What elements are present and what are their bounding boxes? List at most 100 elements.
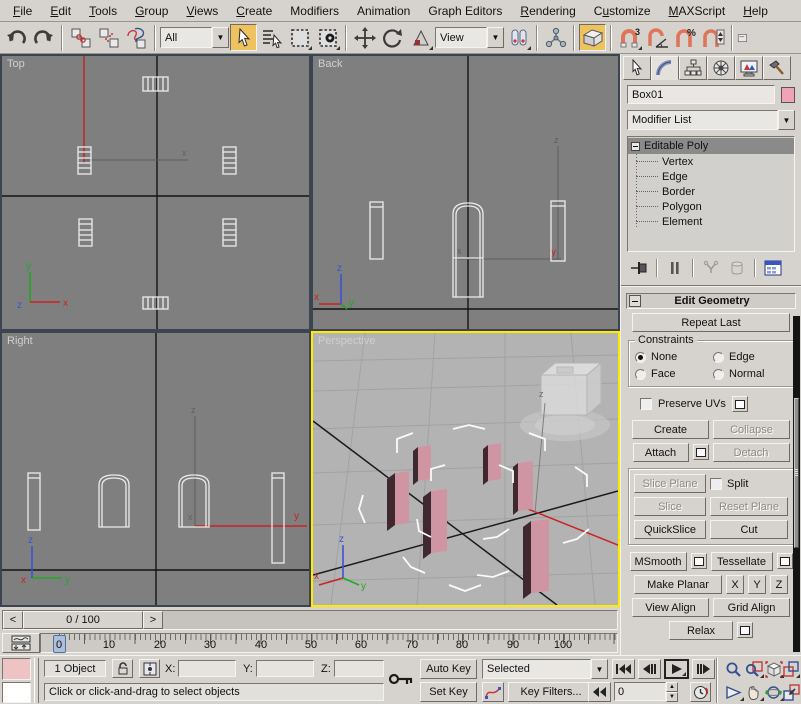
x-coordinate-field[interactable] <box>178 660 236 677</box>
stack-item-vertex[interactable]: Vertex <box>628 154 794 169</box>
menu-maxscript[interactable]: MAXScript <box>660 1 735 21</box>
viewport-perspective[interactable]: Perspective <box>311 331 620 607</box>
msmooth-button[interactable]: MSmooth <box>630 552 687 571</box>
go-to-start-button[interactable] <box>612 659 635 679</box>
tab-display[interactable] <box>735 56 763 80</box>
time-configuration-button[interactable] <box>690 682 711 702</box>
keyboard-shortcut-override-toggle[interactable] <box>579 24 606 51</box>
view-align-button[interactable]: View Align <box>632 598 709 617</box>
rectangular-selection-region-button[interactable] <box>286 24 313 51</box>
select-object-button[interactable] <box>230 24 257 51</box>
menu-file[interactable]: File <box>4 1 41 21</box>
window-crossing-toggle-button[interactable] <box>314 24 341 51</box>
select-and-move-button[interactable] <box>351 24 378 51</box>
key-mode-toggle-button[interactable] <box>588 682 611 702</box>
selection-filter-dropdown[interactable]: All ▼ <box>160 27 229 48</box>
slice-button[interactable]: Slice <box>634 497 706 516</box>
key-mode-dropdown[interactable]: Selected ▼ <box>482 659 608 679</box>
bind-to-space-warp-button[interactable] <box>123 24 150 51</box>
object-color-swatch[interactable] <box>781 87 795 103</box>
chevron-down-icon[interactable]: ▼ <box>487 27 504 48</box>
tab-hierarchy[interactable] <box>679 56 707 80</box>
unlink-selection-button[interactable] <box>95 24 122 51</box>
absolute-offset-mode-toggle[interactable] <box>139 659 160 678</box>
tab-utilities[interactable] <box>763 56 791 80</box>
key-filters-button[interactable]: Key Filters... <box>508 682 594 702</box>
y-coordinate-field[interactable] <box>256 660 314 677</box>
planar-z-button[interactable]: Z <box>770 575 788 594</box>
select-and-link-button[interactable] <box>67 24 94 51</box>
track-bar-ruler[interactable]: 0 10 20 30 40 50 60 70 80 90 100 <box>40 633 618 653</box>
preserve-uvs-settings-button[interactable] <box>732 396 748 412</box>
quickslice-button[interactable]: QuickSlice <box>634 520 706 539</box>
edit-named-selection-sets-button[interactable] <box>737 24 749 51</box>
zoom-extents-all-button[interactable] <box>782 659 801 679</box>
split-checkbox[interactable] <box>710 478 722 490</box>
menu-tools[interactable]: Tools <box>80 1 126 21</box>
scrollbar-thumb[interactable] <box>794 398 799 548</box>
frame-number-control[interactable]: ▲ ▼ <box>614 682 678 701</box>
menu-help[interactable]: Help <box>734 1 777 21</box>
make-unique-button[interactable] <box>699 257 723 279</box>
constraint-face-radio[interactable]: Face <box>635 368 713 380</box>
cut-button[interactable]: Cut <box>710 520 788 539</box>
tessellate-button[interactable]: Tessellate <box>711 552 773 571</box>
select-and-scale-button[interactable] <box>407 24 434 51</box>
snaps-toggle-3d[interactable]: 3 <box>616 24 643 51</box>
select-and-manipulate-button[interactable] <box>542 24 569 51</box>
remove-modifier-button[interactable] <box>725 257 749 279</box>
selection-lock-toggle[interactable] <box>112 659 133 678</box>
rollout-collapse-icon[interactable] <box>629 295 641 307</box>
attach-settings-button[interactable] <box>693 444 709 460</box>
set-keys-key-icon[interactable] <box>388 668 414 690</box>
planar-y-button[interactable]: Y <box>748 575 766 594</box>
select-by-name-button[interactable] <box>258 24 285 51</box>
spinner-up-icon[interactable]: ▲ <box>666 682 678 692</box>
z-coordinate-field[interactable] <box>334 660 384 677</box>
previous-frame-arrow[interactable]: < <box>3 611 23 629</box>
attach-button[interactable]: Attach <box>633 443 689 462</box>
modifier-list-dropdown[interactable]: Modifier List ▼ <box>627 110 795 130</box>
select-and-rotate-button[interactable] <box>379 24 406 51</box>
collapse-button[interactable]: Collapse <box>713 420 790 439</box>
constraint-normal-radio[interactable]: Normal <box>713 368 764 380</box>
configure-modifier-sets-button[interactable] <box>761 257 785 279</box>
viewport-right[interactable]: Right z x y <box>0 331 311 607</box>
menu-edit[interactable]: Edit <box>41 1 80 21</box>
command-panel-scrollbar[interactable] <box>793 316 800 652</box>
stack-item-editable-poly[interactable]: Editable Poly <box>628 138 794 154</box>
menu-animation[interactable]: Animation <box>348 1 419 21</box>
previous-frame-button[interactable] <box>638 659 661 679</box>
viewport-perspective-label[interactable]: Perspective <box>318 335 375 347</box>
viewport-top-label[interactable]: Top <box>7 58 25 70</box>
time-slider[interactable]: 0 / 100 <box>23 611 143 629</box>
use-pivot-point-center-button[interactable] <box>505 24 532 51</box>
set-key-button[interactable]: Set Key <box>420 682 477 702</box>
menu-graph-editors[interactable]: Graph Editors <box>419 1 511 21</box>
next-frame-arrow[interactable]: > <box>143 611 163 629</box>
menu-group[interactable]: Group <box>126 1 177 21</box>
angle-snap-toggle[interactable] <box>644 24 671 51</box>
constraint-none-radio[interactable]: None <box>635 351 713 363</box>
reset-plane-button[interactable]: Reset Plane <box>710 497 788 516</box>
split-checkbox-row[interactable]: Split <box>710 474 788 493</box>
make-planar-button[interactable]: Make Planar <box>634 575 722 594</box>
slice-plane-button[interactable]: Slice Plane <box>634 474 706 493</box>
relax-button[interactable]: Relax <box>669 621 733 640</box>
frame-number-field[interactable] <box>614 682 666 701</box>
stack-item-polygon[interactable]: Polygon <box>628 199 794 214</box>
stack-item-border[interactable]: Border <box>628 184 794 199</box>
grid-align-button[interactable]: Grid Align <box>713 598 790 617</box>
reference-coordinate-system-dropdown[interactable]: View ▼ <box>435 27 504 48</box>
maxscript-mini-listener-pink[interactable] <box>2 658 31 680</box>
percent-snap-toggle[interactable]: % <box>672 24 699 51</box>
spinner-snap-toggle[interactable] <box>700 24 727 51</box>
maxscript-mini-listener-white[interactable] <box>2 682 31 703</box>
tab-motion[interactable] <box>707 56 735 80</box>
relax-settings-button[interactable] <box>737 622 753 638</box>
stack-item-edge[interactable]: Edge <box>628 169 794 184</box>
pin-stack-button[interactable] <box>627 257 651 279</box>
viewport-back-label[interactable]: Back <box>318 58 342 70</box>
msmooth-settings-button[interactable] <box>691 553 707 569</box>
detach-button[interactable]: Detach <box>713 443 790 462</box>
